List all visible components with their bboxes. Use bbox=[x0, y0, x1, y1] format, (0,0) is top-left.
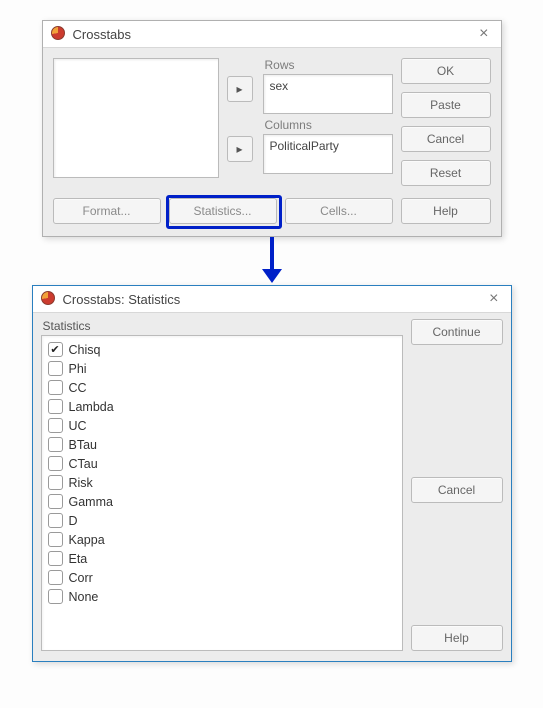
cells-button[interactable]: Cells... bbox=[285, 198, 393, 224]
statistics-option[interactable]: Lambda bbox=[48, 397, 396, 416]
checkbox[interactable] bbox=[48, 589, 63, 604]
option-label: Lambda bbox=[69, 400, 114, 414]
statistics-option[interactable]: BTau bbox=[48, 435, 396, 454]
checkbox[interactable] bbox=[48, 399, 63, 414]
option-label: Eta bbox=[69, 552, 88, 566]
statistics-button[interactable]: Statistics... bbox=[169, 198, 277, 224]
option-label: D bbox=[69, 514, 78, 528]
paste-button[interactable]: Paste bbox=[401, 92, 491, 118]
dialog-body: ▸ Rows sex ▸ Columns PoliticalParty OK P… bbox=[43, 48, 501, 198]
bottom-button-row: Format... Statistics... Cells... Help bbox=[43, 198, 501, 236]
arrow-shaft bbox=[270, 237, 274, 271]
checkbox[interactable] bbox=[48, 570, 63, 585]
titlebar: Crosstabs × bbox=[43, 21, 501, 48]
statistics-option[interactable]: None bbox=[48, 587, 396, 606]
ok-button[interactable]: OK bbox=[401, 58, 491, 84]
continue-button[interactable]: Continue bbox=[411, 319, 503, 345]
arrow-right-icon: ▸ bbox=[236, 82, 242, 96]
statistics-option[interactable]: CC bbox=[48, 378, 396, 397]
statistics-option[interactable]: UC bbox=[48, 416, 396, 435]
close-icon[interactable]: × bbox=[475, 27, 492, 41]
option-label: Corr bbox=[69, 571, 93, 585]
dialog-body: Statistics Chisq Phi CC Lambda UC BTau CTau Ris… bbox=[33, 313, 511, 661]
option-label: Risk bbox=[69, 476, 93, 490]
checkbox[interactable] bbox=[48, 342, 63, 357]
titlebar: Crosstabs: Statistics × bbox=[33, 286, 511, 313]
move-to-columns-button[interactable]: ▸ bbox=[227, 136, 253, 162]
cancel-button[interactable]: Cancel bbox=[401, 126, 491, 152]
arrow-down-icon bbox=[262, 269, 282, 283]
option-label: None bbox=[69, 590, 99, 604]
help-button[interactable]: Help bbox=[411, 625, 503, 651]
statistics-group-label: Statistics bbox=[43, 319, 403, 333]
rows-value: sex bbox=[270, 79, 289, 93]
option-label: Phi bbox=[69, 362, 87, 376]
checkbox[interactable] bbox=[48, 380, 63, 395]
side-buttons: Continue Cancel Help bbox=[411, 319, 503, 651]
statistics-list: Chisq Phi CC Lambda UC BTau CTau Risk Gamma D Kapp… bbox=[41, 335, 403, 651]
columns-value: PoliticalParty bbox=[270, 139, 339, 153]
window-title: Crosstabs: Statistics bbox=[63, 292, 181, 307]
statistics-option[interactable]: Chisq bbox=[48, 340, 396, 359]
statistics-option[interactable]: Corr bbox=[48, 568, 396, 587]
cancel-button[interactable]: Cancel bbox=[411, 477, 503, 503]
checkbox[interactable] bbox=[48, 475, 63, 490]
option-label: CTau bbox=[69, 457, 98, 471]
app-icon bbox=[41, 291, 57, 307]
option-label: Gamma bbox=[69, 495, 113, 509]
statistics-group: Statistics Chisq Phi CC Lambda UC BTau CTau Ris… bbox=[41, 319, 403, 651]
reset-button[interactable]: Reset bbox=[401, 160, 491, 186]
option-label: BTau bbox=[69, 438, 98, 452]
crosstabs-statistics-dialog: Crosstabs: Statistics × Statistics Chisq… bbox=[32, 285, 512, 662]
checkbox[interactable] bbox=[48, 513, 63, 528]
checkbox[interactable] bbox=[48, 418, 63, 433]
option-label: UC bbox=[69, 419, 87, 433]
arrow-right-icon: ▸ bbox=[236, 142, 242, 156]
statistics-option[interactable]: CTau bbox=[48, 454, 396, 473]
statistics-option[interactable]: Risk bbox=[48, 473, 396, 492]
checkbox[interactable] bbox=[48, 494, 63, 509]
checkbox[interactable] bbox=[48, 532, 63, 547]
statistics-option[interactable]: Gamma bbox=[48, 492, 396, 511]
close-icon[interactable]: × bbox=[485, 292, 502, 306]
option-label: Chisq bbox=[69, 343, 101, 357]
option-label: CC bbox=[69, 381, 87, 395]
crosstabs-dialog: Crosstabs × ▸ Rows sex ▸ Columns Politic… bbox=[42, 20, 502, 237]
columns-field[interactable]: PoliticalParty bbox=[263, 134, 393, 174]
option-label: Kappa bbox=[69, 533, 105, 547]
checkbox[interactable] bbox=[48, 437, 63, 452]
checkbox[interactable] bbox=[48, 361, 63, 376]
statistics-option[interactable]: D bbox=[48, 511, 396, 530]
format-button[interactable]: Format... bbox=[53, 198, 161, 224]
rows-field[interactable]: sex bbox=[263, 74, 393, 114]
statistics-option[interactable]: Kappa bbox=[48, 530, 396, 549]
window-title: Crosstabs bbox=[73, 27, 132, 42]
arrow-annotation bbox=[10, 237, 533, 285]
statistics-option[interactable]: Phi bbox=[48, 359, 396, 378]
move-to-rows-button[interactable]: ▸ bbox=[227, 76, 253, 102]
checkbox[interactable] bbox=[48, 551, 63, 566]
statistics-option[interactable]: Eta bbox=[48, 549, 396, 568]
source-variable-list[interactable] bbox=[53, 58, 219, 178]
checkbox[interactable] bbox=[48, 456, 63, 471]
rows-label: Rows bbox=[265, 58, 393, 72]
app-icon bbox=[51, 26, 67, 42]
help-button[interactable]: Help bbox=[401, 198, 491, 224]
side-buttons: OK Paste Cancel Reset bbox=[401, 58, 491, 186]
columns-label: Columns bbox=[265, 118, 393, 132]
